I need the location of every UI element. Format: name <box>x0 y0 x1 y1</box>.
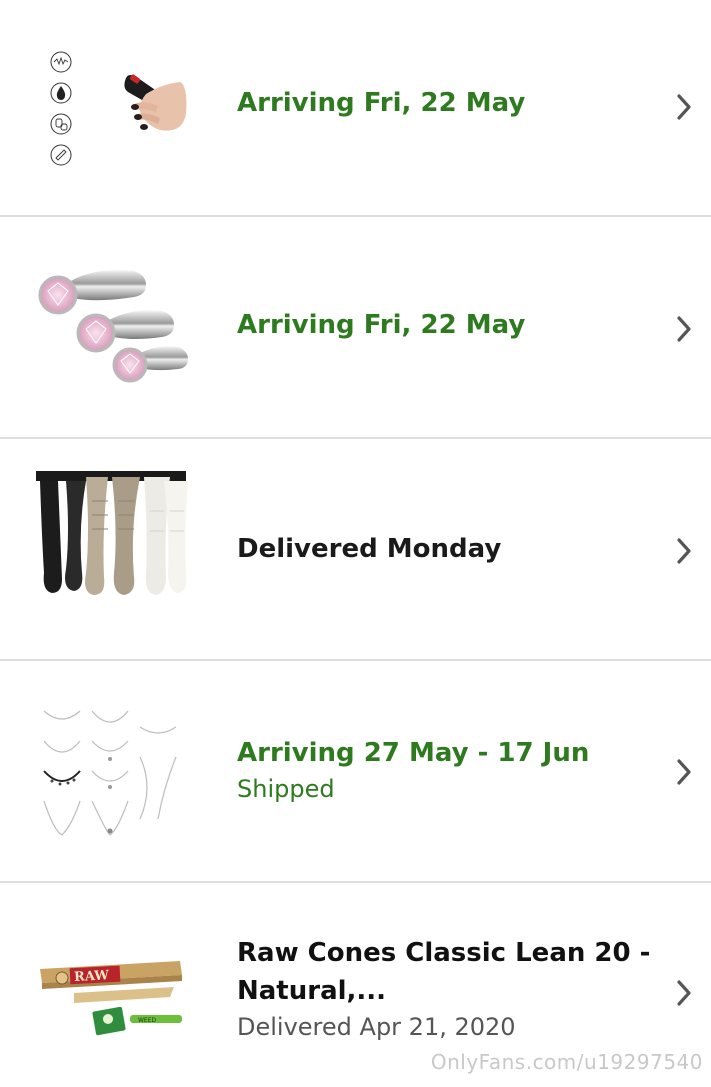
delivery-status: Arriving Fri, 22 May <box>237 88 526 118</box>
order-row-2[interactable]: Arriving Fri, 22 May <box>0 217 711 439</box>
raw-cones-product-image: RAW WEED <box>40 961 182 1036</box>
delivery-status: Arriving Fri, 22 May <box>237 310 526 340</box>
chevron-right-icon[interactable] <box>670 537 698 565</box>
product-title-line-2: Natural,... <box>237 976 387 1006</box>
status-block: Arriving Fri, 22 May <box>237 84 637 122</box>
order-row-1[interactable]: Arriving Fri, 22 May <box>0 0 711 217</box>
status-block: Arriving Fri, 22 May <box>237 306 637 344</box>
status-block: Delivered Monday <box>237 530 637 568</box>
watermark-text: OnlyFans.com/u19297540 <box>430 1050 703 1074</box>
order-row-3[interactable]: Delivered Monday <box>0 439 711 661</box>
delivery-status: Arriving 27 May - 17 Jun <box>237 738 590 768</box>
necklace-set-product-image <box>43 710 177 836</box>
svg-text:WEED: WEED <box>138 1017 157 1024</box>
shipping-substatus: Shipped <box>237 775 335 803</box>
plug-set-product-image <box>38 269 188 383</box>
product-title-line-1: Raw Cones Classic Lean 20 - <box>237 938 651 968</box>
order-row-4[interactable]: Arriving 27 May - 17 Jun Shipped <box>0 661 711 883</box>
status-block: Arriving 27 May - 17 Jun Shipped <box>237 734 637 806</box>
chevron-right-icon[interactable] <box>670 758 698 786</box>
chevron-right-icon[interactable] <box>670 315 698 343</box>
chevron-right-icon[interactable] <box>670 93 698 121</box>
thigh-high-socks-product-image <box>36 471 188 595</box>
vibrator-product-image <box>50 51 187 166</box>
svg-text:RAW: RAW <box>74 968 110 985</box>
status-block: Raw Cones Classic Lean 20 - Natural,... … <box>237 934 651 1044</box>
delivered-date: Delivered Apr 21, 2020 <box>237 1013 516 1041</box>
delivery-status: Delivered Monday <box>237 534 502 564</box>
chevron-right-icon[interactable] <box>670 979 698 1007</box>
